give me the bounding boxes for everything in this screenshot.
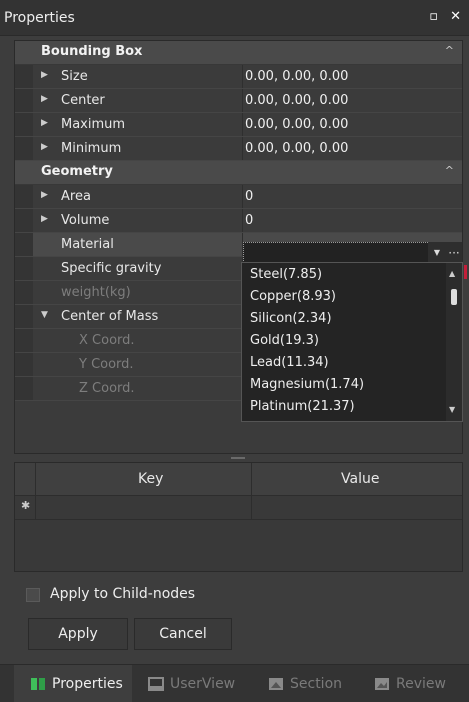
property-value[interactable]: 0.00, 0.00, 0.00 [245, 117, 348, 132]
scroll-up-icon[interactable]: ▲ [449, 269, 455, 278]
value-column-header[interactable]: Value [341, 471, 379, 487]
property-label: Center [61, 93, 105, 108]
property-label: Y Coord. [79, 357, 134, 372]
expand-arrow-icon[interactable]: ▶ [41, 190, 48, 200]
scrollbar-thumb[interactable] [451, 289, 457, 305]
red-marker [464, 265, 467, 279]
property-label: X Coord. [79, 333, 135, 348]
property-label: Size [61, 69, 88, 84]
tab-label: Review [396, 675, 446, 692]
dropdown-option[interactable]: Copper(8.93) [250, 289, 336, 304]
category-bounding-box[interactable]: Bounding Box ^ [15, 41, 462, 65]
property-row-center[interactable]: ▶ Center 0.00, 0.00, 0.00 [15, 89, 462, 113]
expand-arrow-icon[interactable]: ▶ [41, 94, 48, 104]
collapse-arrow-icon[interactable]: ▼ [41, 310, 48, 320]
dropdown-option[interactable]: Steel(7.85) [250, 267, 322, 282]
collapse-chevron-icon[interactable]: ^ [445, 164, 454, 177]
scroll-down-icon[interactable]: ▼ [449, 405, 455, 414]
new-row[interactable]: ✱ [15, 495, 462, 520]
tab-section[interactable]: Section [268, 665, 358, 702]
property-value[interactable]: 0.00, 0.00, 0.00 [245, 93, 348, 108]
apply-to-children-label[interactable]: Apply to Child-nodes [50, 586, 195, 602]
dropdown-option[interactable]: Platinum(21.37) [250, 399, 355, 414]
property-value[interactable]: 0.00, 0.00, 0.00 [245, 141, 348, 156]
close-icon[interactable]: ✕ [450, 9, 461, 24]
tab-review[interactable]: Review [374, 665, 464, 702]
dropdown-option[interactable]: Gold(19.3) [250, 333, 319, 348]
property-label: Minimum [61, 141, 122, 156]
property-value[interactable]: 0 [245, 189, 253, 204]
category-label: Bounding Box [41, 44, 143, 59]
property-label: Volume [61, 213, 110, 228]
table-header: Key Value [15, 463, 462, 496]
expand-arrow-icon[interactable]: ▶ [41, 118, 48, 128]
key-value-table: Key Value ✱ [14, 462, 463, 572]
tab-label: Properties [52, 675, 123, 692]
property-row-maximum[interactable]: ▶ Maximum 0.00, 0.00, 0.00 [15, 113, 462, 137]
bottom-tab-bar: Properties UserView Section Review [0, 664, 469, 702]
property-row-volume[interactable]: ▶ Volume 0 [15, 209, 462, 233]
dropdown-option[interactable]: Lead(11.34) [250, 355, 329, 370]
section-icon [269, 677, 283, 690]
panel-splitter[interactable] [14, 454, 463, 462]
expand-arrow-icon[interactable]: ▶ [41, 214, 48, 224]
panel-title-bar: Properties ▫ ✕ [0, 0, 469, 36]
restore-icon[interactable]: ▫ [429, 9, 438, 24]
apply-to-children-checkbox[interactable] [26, 588, 40, 602]
property-value[interactable]: 0 [245, 213, 253, 228]
property-label: Material [61, 237, 114, 252]
property-label: Maximum [61, 117, 126, 132]
property-label: Area [61, 189, 91, 204]
dropdown-option[interactable]: Magnesium(1.74) [250, 377, 364, 392]
apply-button[interactable]: Apply [28, 618, 128, 650]
tab-userview[interactable]: UserView [148, 665, 248, 702]
tab-properties[interactable]: Properties [14, 665, 132, 702]
cancel-button[interactable]: Cancel [134, 618, 232, 650]
category-label: Geometry [41, 164, 113, 179]
property-row-minimum[interactable]: ▶ Minimum 0.00, 0.00, 0.00 [15, 137, 462, 161]
tab-label: UserView [170, 675, 236, 692]
property-label: Center of Mass [61, 309, 159, 324]
pin-icon: ✱ [21, 499, 31, 512]
dropdown-scrollbar[interactable]: ▲ ▼ [446, 263, 462, 421]
properties-icon [31, 677, 45, 690]
property-row-size[interactable]: ▶ Size 0.00, 0.00, 0.00 [15, 65, 462, 89]
userview-icon [148, 676, 164, 691]
property-label: Specific gravity [61, 261, 162, 276]
ellipsis-button[interactable]: ··· [446, 242, 462, 263]
material-dropdown-list[interactable]: Steel(7.85) Copper(8.93) Silicon(2.34) G… [241, 262, 463, 422]
panel-title: Properties [4, 9, 75, 26]
collapse-chevron-icon[interactable]: ^ [445, 44, 454, 57]
tab-label: Section [290, 675, 343, 692]
property-label: Z Coord. [79, 381, 135, 396]
dropdown-arrow-icon[interactable]: ▼ [428, 242, 446, 263]
review-icon [375, 677, 389, 690]
property-row-area[interactable]: ▶ Area 0 [15, 185, 462, 209]
key-column-header[interactable]: Key [138, 471, 163, 487]
property-label: weight(kg) [61, 285, 131, 300]
expand-arrow-icon[interactable]: ▶ [41, 70, 48, 80]
expand-arrow-icon[interactable]: ▶ [41, 142, 48, 152]
dropdown-option[interactable]: Silicon(2.34) [250, 311, 332, 326]
category-geometry[interactable]: Geometry ^ [15, 161, 462, 185]
property-value[interactable]: 0.00, 0.00, 0.00 [245, 69, 348, 84]
